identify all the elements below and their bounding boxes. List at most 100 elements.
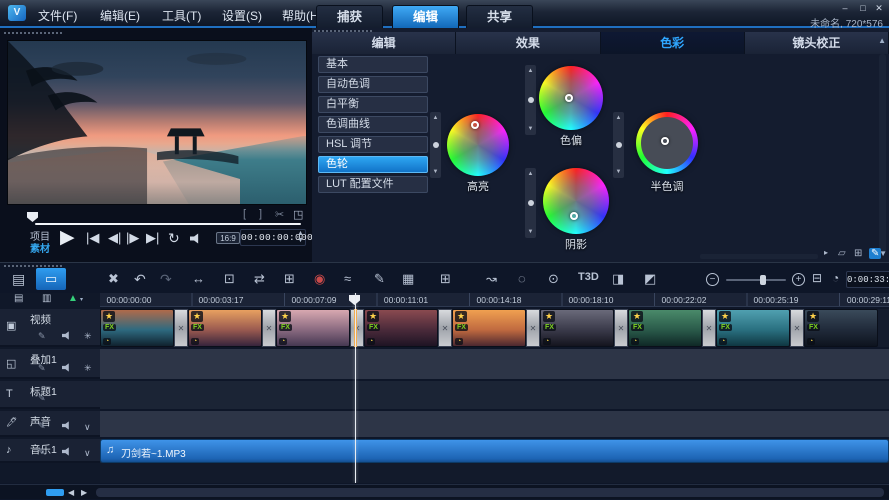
layers-icon[interactable]: ◨ (612, 271, 624, 287)
transition-slot[interactable]: ✕ (350, 309, 364, 347)
add-track-icon[interactable]: ▲ (68, 293, 78, 304)
volume-icon[interactable] (190, 233, 202, 244)
scroll-left-icon[interactable]: ◀ (68, 488, 74, 497)
track-effect-icon[interactable]: ✳ (84, 363, 92, 374)
video-clip[interactable]: ★FX◔ (364, 309, 438, 347)
split-clip-icon[interactable]: ✂ (275, 208, 284, 221)
clip-mode-label[interactable]: 素材 (30, 240, 50, 255)
video-clip[interactable]: ★FX◔ (540, 309, 614, 347)
ripple-edit-icon[interactable]: ⇄ (254, 271, 265, 287)
mode-tab-edit[interactable]: 编辑 (392, 5, 459, 28)
undo-icon[interactable]: ↶ (134, 271, 146, 288)
zoom-in-icon[interactable]: + (792, 273, 805, 286)
close-button[interactable]: ✕ (872, 3, 886, 14)
transition-slot[interactable]: ✕ (614, 309, 628, 347)
cast-color-wheel[interactable] (539, 66, 603, 130)
option-basic[interactable]: 基本 (318, 56, 428, 73)
video-clip[interactable]: ★FX◔ (452, 309, 526, 347)
highlight-color-wheel[interactable] (447, 114, 509, 176)
scrollbar-thumb[interactable] (46, 489, 64, 496)
go-start-button[interactable]: |◀ (86, 230, 99, 246)
maximize-button[interactable]: □ (856, 3, 870, 14)
title-track-lane[interactable] (100, 381, 889, 409)
scroll-right-icon[interactable]: ▶ (81, 488, 87, 497)
option-tone-curve[interactable]: 色调曲线 (318, 116, 428, 133)
scrub-track[interactable] (35, 223, 301, 225)
video-clip[interactable]: ★FX◔ (804, 309, 878, 347)
midtone-color-ring[interactable] (636, 112, 698, 174)
pencil-icon[interactable]: ✎ (38, 331, 46, 342)
timeline-zoom-knob[interactable] (760, 275, 766, 285)
transition-slot[interactable]: ✕ (526, 309, 540, 347)
add-track-dropdown-icon[interactable]: ▾ (80, 296, 83, 303)
project-duration-icon[interactable]: ◔ (832, 271, 839, 285)
option-hsl[interactable]: HSL 调节 (318, 136, 428, 153)
resize-frame-icon[interactable]: ⊡ (224, 271, 235, 287)
highlight-luma-slider[interactable]: ▲▼ (430, 112, 441, 178)
track-header-overlay[interactable]: ◱ 叠加1 ✎ ✳ (0, 349, 100, 379)
timeline-zoom-slider[interactable] (726, 279, 786, 281)
timecode-stepper[interactable]: ▲▼ (297, 230, 304, 244)
mode-tab-share[interactable]: 共享 (466, 5, 533, 28)
mask-creator-icon[interactable]: ◌ (518, 271, 526, 286)
track-header-voice[interactable]: 🖊 声音 ✎ ∨ (0, 411, 100, 437)
tab-edit-clip[interactable]: 编辑 (312, 32, 455, 54)
transition-slot[interactable]: ✕ (174, 309, 188, 347)
record-capture-icon[interactable]: ◉ (314, 271, 325, 287)
highlight-wheel-indicator[interactable] (471, 121, 479, 129)
menu-tools[interactable]: 工具(T) (162, 7, 201, 24)
edit-mode-icon[interactable]: ✎ (869, 248, 881, 259)
tab-lens-correction[interactable]: 镜头校正 (745, 32, 888, 54)
timeline-ruler[interactable]: 00:00:00:00 00:00:03:17 00:00:07:09 00:0… (100, 293, 889, 307)
scrub-marker[interactable] (27, 212, 38, 222)
track-manager-icon[interactable]: ▤ (14, 293, 23, 304)
zoom-out-icon[interactable]: − (706, 273, 719, 286)
folder-icon[interactable]: ▱ (838, 248, 846, 259)
midtone-luma-slider[interactable]: ▲▼ (613, 112, 624, 178)
menu-settings[interactable]: 设置(S) (222, 7, 262, 24)
panel-scrollbar[interactable] (879, 54, 886, 254)
midtone-ring-indicator[interactable] (661, 137, 669, 145)
layer-edit-icon[interactable]: ◩ (644, 271, 656, 287)
sound-mixer-icon[interactable]: ≈ (344, 271, 351, 286)
cast-wheel-indicator[interactable] (565, 94, 573, 102)
split-screen-template-icon[interactable]: ⊞ (440, 271, 451, 287)
track-mute-icon[interactable] (62, 421, 72, 430)
transition-slot[interactable]: ✕ (438, 309, 452, 347)
pencil-icon[interactable]: ✎ (38, 363, 46, 374)
mode-tab-capture[interactable]: 捕获 (316, 5, 383, 28)
transition-slot[interactable]: ✕ (262, 309, 276, 347)
subtitle-editor-icon[interactable]: ▦ (402, 271, 414, 287)
pencil-icon[interactable]: ✎ (38, 421, 46, 432)
music-clip[interactable]: ♫ 刀剑若~1.MP3 (100, 439, 889, 463)
track-header-title[interactable]: T 标题1 ✎ (0, 381, 100, 409)
shadow-wheel-indicator[interactable] (570, 212, 578, 220)
track-mute-icon[interactable] (62, 363, 72, 372)
step-back-button[interactable]: ◀| (108, 230, 121, 246)
video-clip[interactable]: ★FX◔ (716, 309, 790, 347)
overlay-track-lane[interactable] (100, 349, 889, 379)
tab-effects[interactable]: 效果 (456, 32, 599, 54)
stabilizer-icon[interactable]: ⊙ (548, 271, 559, 287)
panel-drag-handle[interactable] (4, 32, 62, 35)
playhead-line[interactable] (355, 293, 356, 483)
shadow-color-wheel[interactable] (543, 168, 609, 234)
go-end-button[interactable]: ▶| (146, 230, 159, 246)
enlarge-preview-icon[interactable]: ◳ (293, 208, 303, 221)
panel-scroll-up-icon[interactable]: ▲ (878, 36, 886, 45)
step-forward-button[interactable]: |▶ (126, 230, 139, 246)
video-clip[interactable]: ★FX◔ (188, 309, 262, 347)
loop-button[interactable]: ↻ (168, 230, 180, 247)
video-clip[interactable]: ★FX◔ (628, 309, 702, 347)
fit-timeline-icon[interactable]: ⊟ (812, 271, 822, 285)
option-color-wheel[interactable]: 色轮 (318, 156, 428, 173)
motion-tracking-icon[interactable]: ↝ (486, 271, 497, 287)
insert-clip-icon[interactable]: ⊞ (284, 271, 295, 287)
minimize-button[interactable]: – (838, 3, 852, 14)
tools-icon[interactable]: ✖ (108, 271, 119, 287)
paint-creator-icon[interactable]: ✎ (374, 271, 385, 287)
panel-hscrollbar[interactable] (700, 254, 818, 259)
pencil-icon[interactable]: ✎ (38, 447, 46, 458)
play-button[interactable]: ▶ (60, 226, 75, 249)
menu-file[interactable]: 文件(F) (38, 7, 77, 24)
